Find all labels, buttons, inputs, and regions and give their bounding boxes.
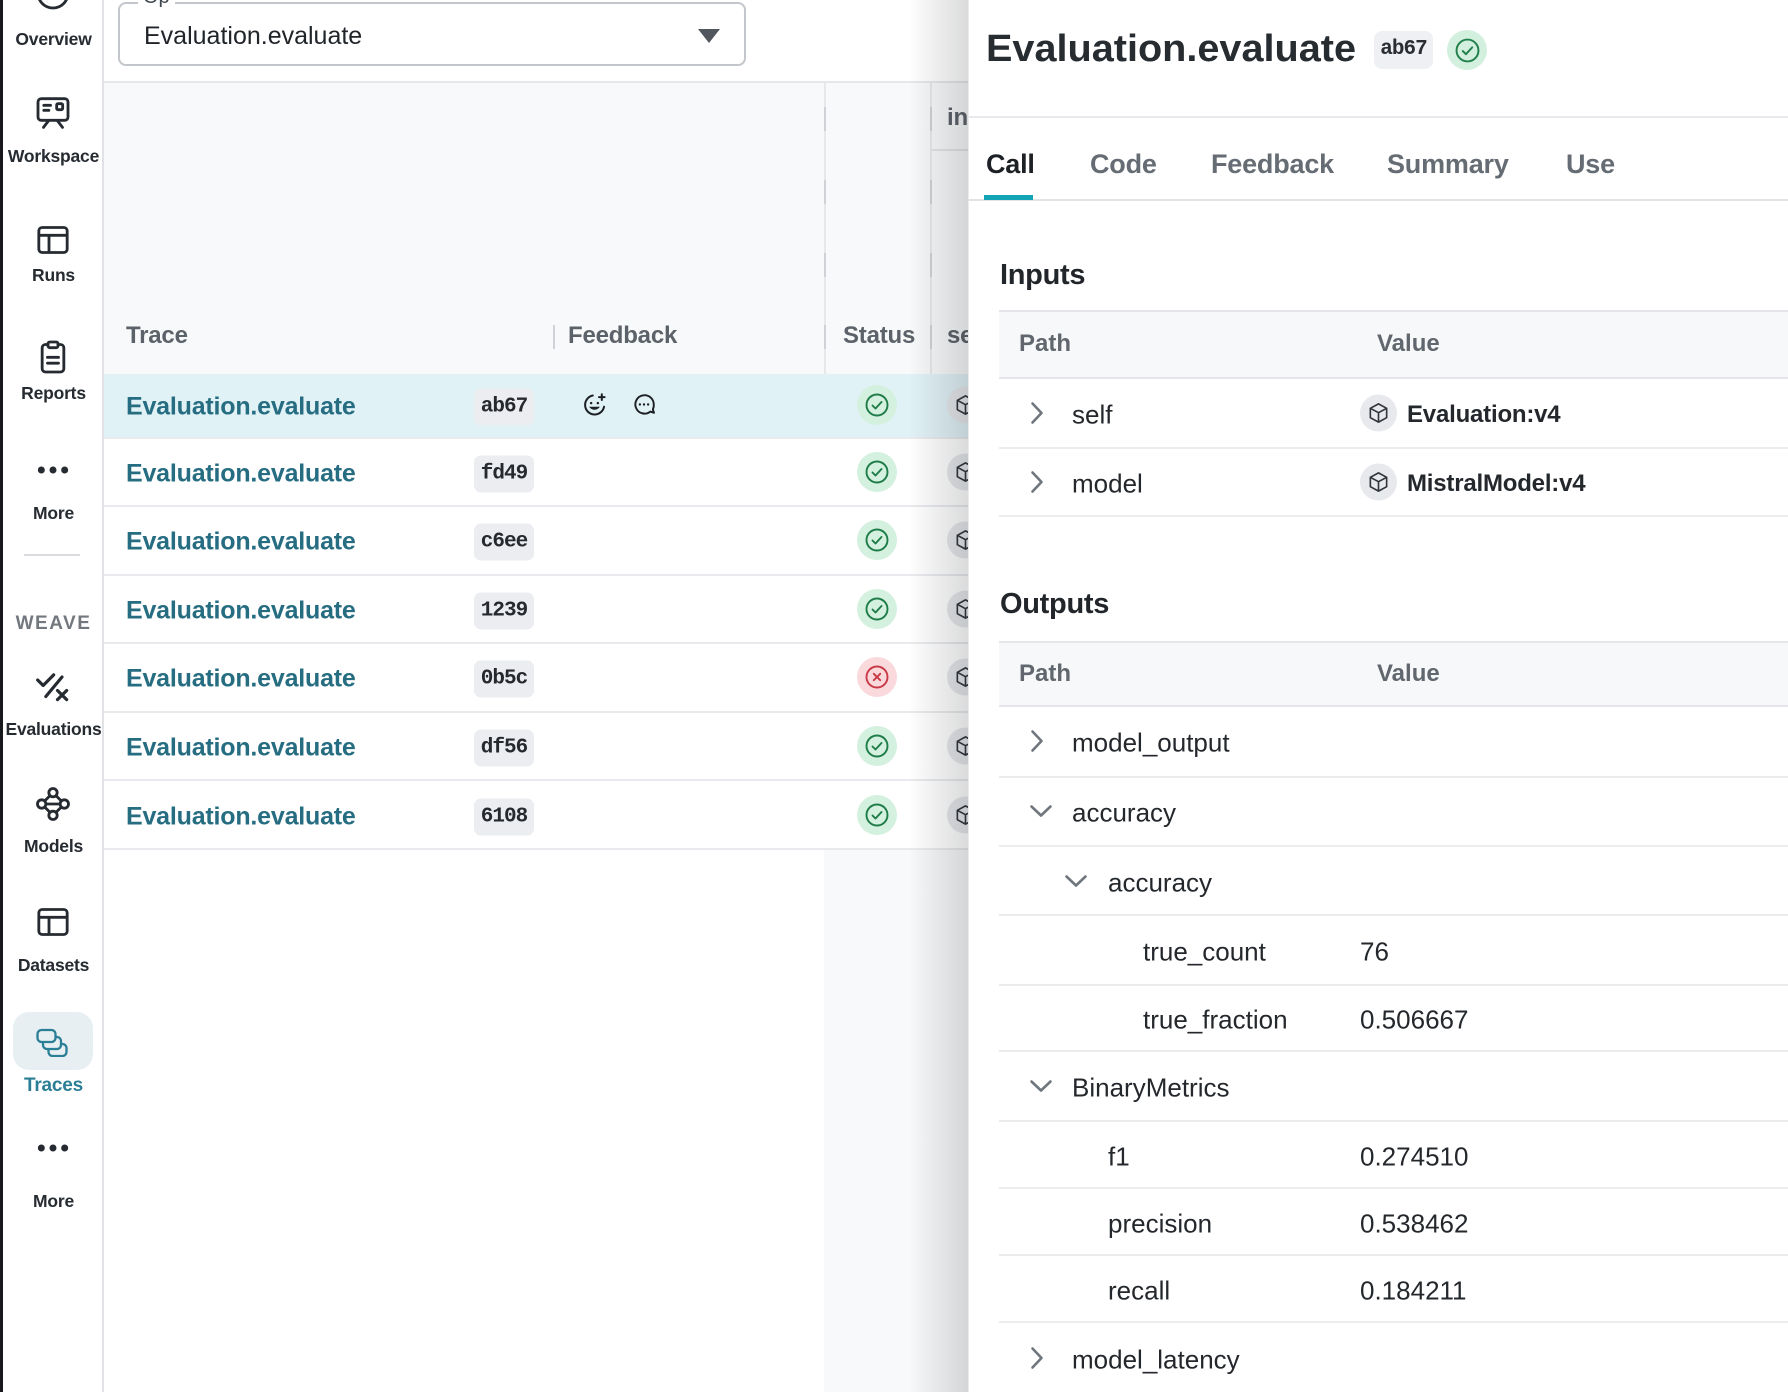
svg-text:Evaluation.evaluate: Evaluation.evaluate bbox=[986, 28, 1356, 70]
